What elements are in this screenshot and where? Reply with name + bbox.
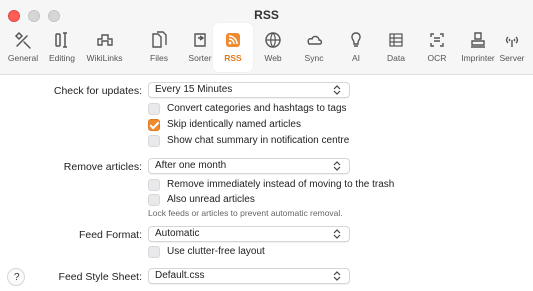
show-chat-summary-label: Show chat summary in notification centre (167, 135, 350, 146)
remove-articles-select[interactable]: After one month (148, 158, 350, 174)
remove-articles-label: Remove articles: (63, 161, 142, 173)
clutter-free-option[interactable]: Use clutter-free layout (148, 245, 265, 258)
convert-categories-option[interactable]: Convert categories and hashtags to tags (148, 102, 347, 115)
skip-identical-articles-label: Skip identically named articles (167, 119, 301, 130)
tab-files-label: Files (150, 53, 168, 63)
feed-format-select[interactable]: Automatic (148, 226, 350, 242)
tab-ai-label: AI (351, 53, 361, 63)
rss-icon (226, 33, 240, 47)
tab-server[interactable]: Server (492, 29, 532, 69)
tools-icon (14, 31, 31, 49)
lock-feeds-note: Lock feeds or articles to prevent automa… (148, 208, 343, 218)
also-unread-option[interactable]: Also unread articles (148, 193, 255, 206)
check-updates-select[interactable]: Every 15 Minutes (148, 82, 350, 98)
show-chat-summary-option[interactable]: Show chat summary in notification centre (148, 134, 349, 147)
tab-server-label: Server (499, 53, 525, 63)
preferences-window: RSS General Editing WikiLinks Files Sort… (0, 0, 533, 291)
tab-files[interactable]: Files (139, 29, 179, 69)
tab-editing-label: Editing (49, 53, 75, 63)
web-icon (265, 32, 281, 48)
tab-web[interactable]: Web (253, 29, 293, 69)
chevron-up-down-icon (333, 229, 341, 239)
chevron-up-down-icon (333, 85, 341, 95)
tab-sync[interactable]: Sync (294, 29, 334, 69)
tab-ocr[interactable]: OCR (417, 29, 457, 69)
tab-wikilinks[interactable]: WikiLinks (83, 29, 126, 69)
editing-icon (55, 32, 67, 48)
tab-sync-label: Sync (304, 53, 324, 63)
skip-identical-articles-checkbox[interactable] (148, 118, 160, 131)
also-unread-label: Also unread articles (167, 194, 255, 205)
show-chat-summary-checkbox[interactable] (148, 134, 160, 147)
clutter-free-label: Use clutter-free layout (167, 246, 265, 257)
ocr-icon (430, 33, 444, 47)
feed-style-sheet-select[interactable]: Default.css (148, 268, 350, 284)
tab-wikilinks-label: WikiLinks (86, 53, 123, 63)
tab-data[interactable]: Data (376, 29, 416, 69)
feed-style-sheet-value: Default.css (155, 270, 205, 281)
remove-immediately-option[interactable]: Remove immediately instead of moving to … (148, 178, 394, 191)
skip-identical-articles-option[interactable]: Skip identically named articles (148, 118, 301, 131)
tab-general[interactable]: General (3, 29, 43, 69)
remove-immediately-label: Remove immediately instead of moving to … (167, 179, 395, 190)
tab-rss-label: RSS (224, 53, 242, 63)
tab-editing[interactable]: Editing (42, 29, 82, 69)
preferences-toolbar: General Editing WikiLinks Files Sorter R… (0, 23, 533, 72)
window-title: RSS (254, 8, 279, 22)
convert-categories-label: Convert categories and hashtags to tags (167, 103, 347, 114)
tab-ai[interactable]: AI (336, 29, 376, 69)
tab-data-label: Data (387, 53, 405, 63)
imprinter-icon (471, 32, 485, 48)
feed-format-value: Automatic (155, 228, 200, 239)
rss-settings-panel: Check for updates: Every 15 Minutes Conv… (0, 75, 533, 291)
wikilinks-icon (96, 34, 113, 46)
chevron-up-down-icon (333, 161, 341, 171)
also-unread-checkbox[interactable] (148, 193, 160, 206)
clutter-free-checkbox[interactable] (148, 245, 160, 258)
files-icon (152, 31, 167, 48)
feed-format-label: Feed Format: (78, 229, 142, 241)
sorter-icon (194, 33, 206, 47)
tab-rss[interactable]: RSS (213, 23, 253, 72)
remove-articles-value: After one month (155, 160, 227, 171)
server-icon (505, 36, 519, 47)
tab-web-label: Web (264, 53, 282, 63)
check-updates-value: Every 15 Minutes (155, 84, 233, 95)
ai-icon (351, 32, 361, 47)
tab-general-label: General (7, 53, 39, 63)
sync-icon (307, 35, 323, 45)
remove-immediately-checkbox[interactable] (148, 178, 160, 191)
tab-ocr-label: OCR (427, 53, 447, 63)
window-titlebar: RSS General Editing WikiLinks Files Sort… (0, 0, 533, 75)
feed-style-sheet-label: Feed Style Sheet: (58, 271, 142, 283)
data-icon (389, 33, 403, 47)
check-updates-label: Check for updates: (53, 85, 142, 97)
chevron-up-down-icon (333, 271, 341, 281)
convert-categories-checkbox[interactable] (148, 102, 160, 115)
